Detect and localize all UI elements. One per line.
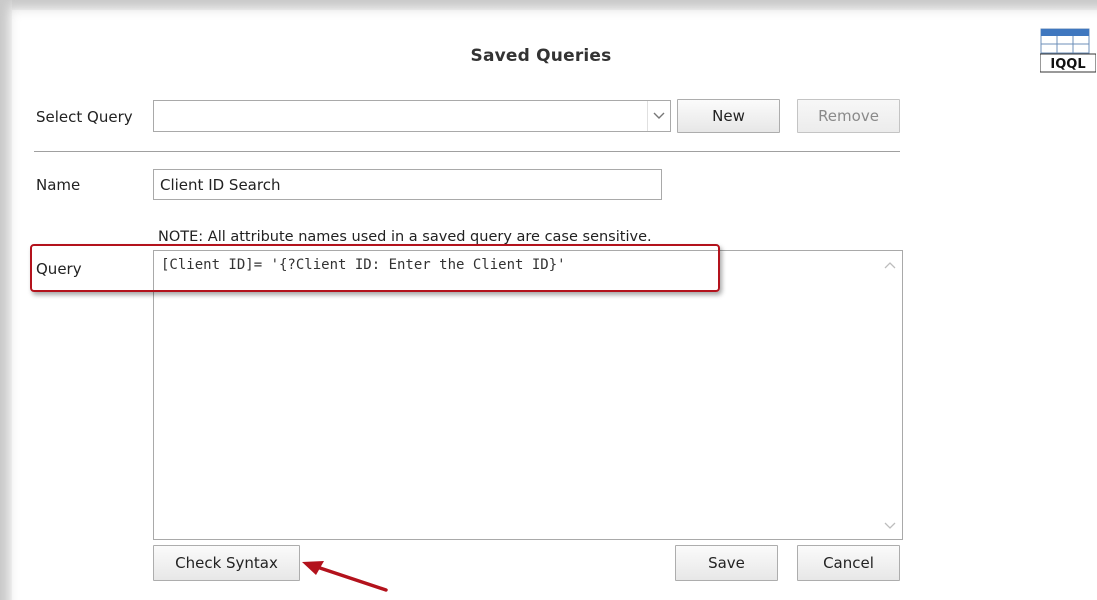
name-field[interactable]: [153, 169, 662, 200]
dialog-title: Saved Queries: [470, 46, 612, 66]
iqql-icon-label: IQQL: [1050, 57, 1085, 72]
scroll-up-icon[interactable]: [884, 259, 896, 272]
check-syntax-button[interactable]: Check Syntax: [153, 545, 300, 581]
divider: [34, 151, 900, 152]
select-query-label: Select Query: [36, 108, 133, 126]
name-label: Name: [36, 176, 81, 194]
save-button[interactable]: Save: [675, 545, 778, 581]
iqql-table-icon: IQQL: [1039, 28, 1097, 74]
window-left-edge: [0, 0, 12, 600]
annotation-arrow-icon: [302, 561, 388, 592]
query-textarea[interactable]: [Client ID]= '{?Client ID: Enter the Cli…: [153, 250, 903, 540]
new-button[interactable]: New: [677, 99, 780, 133]
query-label: Query: [36, 260, 82, 278]
window-top-edge: [0, 0, 1097, 10]
cancel-button[interactable]: Cancel: [797, 545, 900, 581]
case-sensitivity-note: NOTE: All attribute names used in a save…: [158, 229, 652, 245]
select-query-dropdown[interactable]: [153, 100, 671, 132]
remove-button[interactable]: Remove: [797, 99, 900, 133]
query-text: [Client ID]= '{?Client ID: Enter the Cli…: [161, 257, 566, 273]
chevron-down-icon[interactable]: [647, 101, 670, 131]
scroll-down-icon[interactable]: [884, 520, 896, 533]
saved-queries-dialog: Saved Queries IQQL Select Query New Remo…: [12, 10, 1097, 600]
